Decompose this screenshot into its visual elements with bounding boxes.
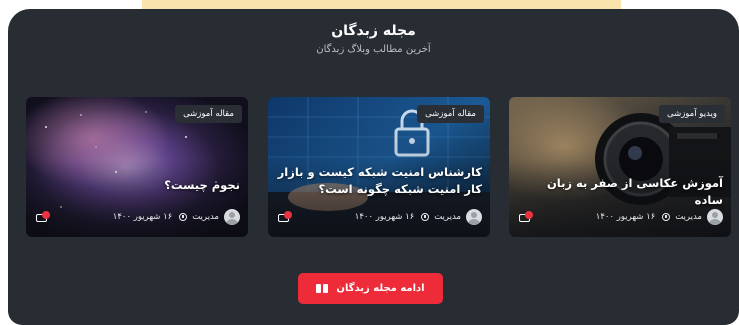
blog-card-astronomy[interactable]: مقاله آموزشی نجوم چیست؟ مدیریت ۱۶ شهریور… xyxy=(26,97,248,237)
clock-icon xyxy=(179,213,188,221)
user-avatar-icon xyxy=(466,209,482,225)
card-meta: مدیریت ۱۶ شهریور ۱۴۰۰ xyxy=(596,209,723,225)
continue-magazine-label: ادامه مجله زبدگان xyxy=(336,283,425,294)
card-author: مدیریت xyxy=(434,212,461,222)
card-date: ۱۶ شهریور ۱۴۰۰ xyxy=(354,212,415,222)
card-title[interactable]: آموزش عکاسی از صفر به زبان ساده xyxy=(517,175,723,209)
comment-icon[interactable] xyxy=(278,211,292,223)
section-title: مجله زبدگان xyxy=(331,23,416,39)
continue-magazine-button[interactable]: ادامه مجله زبدگان xyxy=(298,273,443,304)
book-icon xyxy=(316,284,329,293)
blog-card-network-security[interactable]: مقاله آموزشی کارشناس امنیت شبکه کیست و ب… xyxy=(268,97,490,237)
card-title[interactable]: نجوم چیست؟ xyxy=(34,177,240,194)
section-subtitle: آخرین مطالب وبلاگ زبدگان xyxy=(316,44,431,55)
user-avatar-icon xyxy=(707,209,723,225)
card-author: مدیریت xyxy=(192,212,219,222)
card-meta: مدیریت ۱۶ شهریور ۱۴۰۰ xyxy=(113,209,240,225)
card-category-badge[interactable]: مقاله آموزشی xyxy=(417,105,484,123)
card-title[interactable]: کارشناس امنیت شبکه کیست و بازار کار امنی… xyxy=(276,164,482,198)
comment-icon[interactable] xyxy=(36,211,50,223)
card-meta: مدیریت ۱۶ شهریور ۱۴۰۰ xyxy=(355,209,482,225)
comment-icon[interactable] xyxy=(519,211,533,223)
user-avatar-icon xyxy=(224,209,240,225)
card-date: ۱۶ شهریور ۱۴۰۰ xyxy=(112,212,173,222)
card-date: ۱۶ شهریور ۱۴۰۰ xyxy=(595,212,656,222)
card-author: مدیریت xyxy=(675,212,702,222)
clock-icon xyxy=(421,213,430,221)
card-category-badge[interactable]: ویدیو آموزشی xyxy=(658,105,725,123)
clock-icon xyxy=(662,213,671,221)
blog-card-photography[interactable]: ویدیو آموزشی آموزش عکاسی از صفر به زبان … xyxy=(509,97,731,237)
section-header: مجله زبدگان آخرین مطالب وبلاگ زبدگان xyxy=(8,22,739,58)
card-category-badge[interactable]: مقاله آموزشی xyxy=(175,105,242,123)
